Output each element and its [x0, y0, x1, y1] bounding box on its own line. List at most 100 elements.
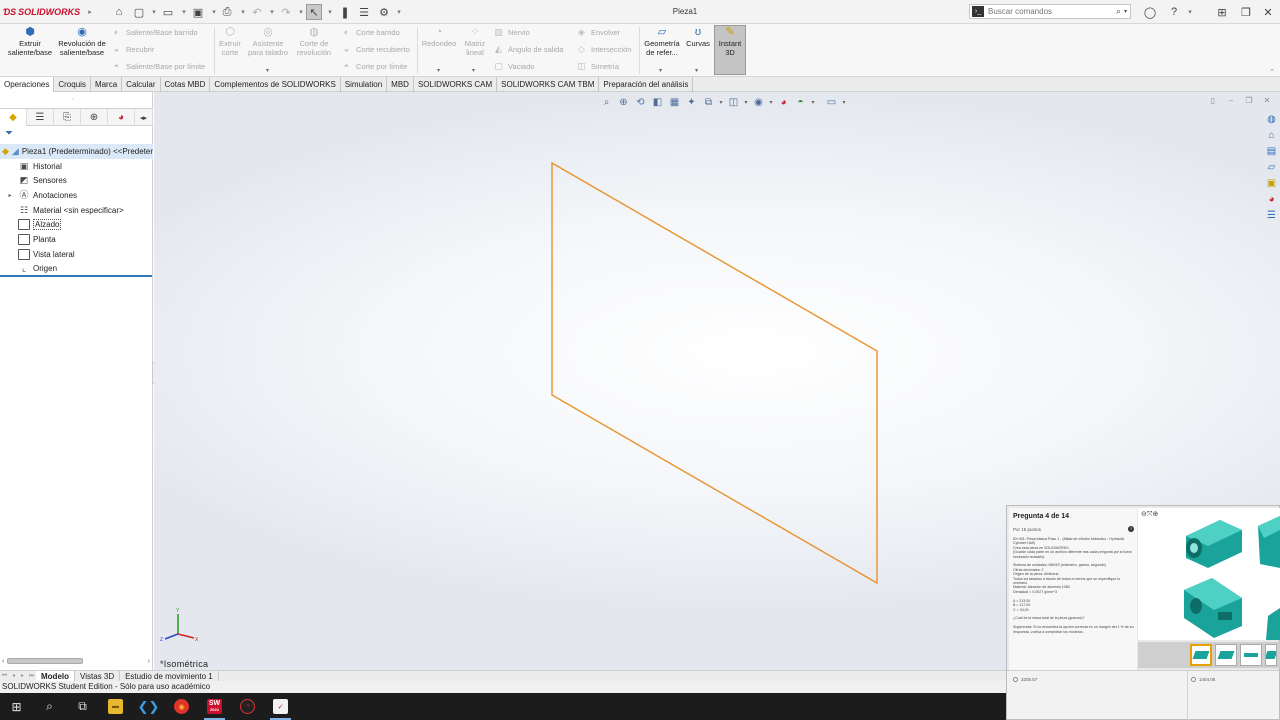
quiz-app-icon[interactable]: ✓ — [264, 693, 297, 720]
search-input[interactable] — [988, 7, 1116, 16]
answer-option-2[interactable]: 1404.05 — [1191, 677, 1215, 682]
rebuild-icon[interactable]: ❚ — [337, 4, 353, 20]
save-icon[interactable]: ▣ — [190, 4, 206, 20]
swept-cut-button[interactable]: ◐ Corte barrido — [341, 26, 400, 39]
loft-button[interactable]: ◒ Recubrir — [111, 43, 155, 56]
zoom-in-icon[interactable]: ⊕ — [1152, 511, 1158, 518]
scrollbar-thumb[interactable] — [7, 658, 84, 664]
tab-simulation[interactable]: Simulation — [341, 77, 388, 92]
tab-vistas-3d[interactable]: Vistas 3D — [75, 670, 121, 682]
dimxpert-tab-icon[interactable]: ⊕ — [81, 109, 108, 126]
chevron-down-icon[interactable]: ▾ — [210, 4, 218, 20]
select-cursor-icon[interactable]: ↖ — [306, 4, 322, 20]
chevron-down-icon[interactable]: ▾ — [659, 67, 662, 74]
panel-drag-handle[interactable]: ◦ — [72, 97, 74, 103]
first-tab-icon[interactable]: ⏮ — [0, 671, 9, 681]
configuration-manager-tab-icon[interactable]: ⎘ — [54, 109, 81, 126]
extrude-boss-button[interactable]: ⬢ Extruir saliente/base — [4, 26, 56, 57]
tab-marca[interactable]: Marca — [91, 77, 123, 92]
swept-boss-button[interactable]: ◐ Saliente/Base barrido — [111, 26, 198, 39]
prev-tab-icon[interactable]: ◂ — [9, 671, 18, 681]
chevron-down-icon[interactable]: ▾ — [239, 4, 247, 20]
rib-button[interactable]: ▥ Nervio — [493, 26, 529, 39]
chevron-down-icon[interactable]: ▾ — [695, 67, 698, 74]
search-icon[interactable]: ⌕ — [1116, 6, 1121, 17]
chevron-down-icon[interactable]: ▾ — [266, 67, 269, 74]
close-icon[interactable]: ✕ — [1260, 4, 1276, 20]
instant3d-button[interactable]: ✎ Instant 3D — [714, 25, 746, 75]
scroll-right-icon[interactable]: › — [148, 658, 150, 665]
chevron-down-icon[interactable]: ▾ — [268, 4, 276, 20]
chevron-down-icon[interactable]: ▾ — [472, 67, 475, 74]
vscode-icon[interactable]: ❮❯ — [132, 693, 165, 720]
tree-item-alzado[interactable]: Alzado — [0, 217, 153, 232]
boundary-boss-button[interactable]: ◓ Saliente/Base por límite — [111, 60, 205, 73]
chevron-down-icon[interactable]: ▾ — [180, 4, 188, 20]
display-manager-tab-icon[interactable]: ◕ — [108, 109, 135, 126]
help-icon[interactable]: ? — [1166, 4, 1182, 20]
chevron-down-icon[interactable]: ▾ — [1124, 8, 1127, 15]
window-tile-icon[interactable]: ⊞ — [1214, 4, 1230, 20]
answer-option-1[interactable]: 3205.57 — [1013, 677, 1037, 682]
scroll-left-icon[interactable]: ‹ — [2, 658, 4, 665]
extrude-cut-button[interactable]: ⬡ Extruir corte — [216, 26, 244, 57]
chevron-down-icon[interactable]: ▾ — [395, 4, 403, 20]
boundary-cut-button[interactable]: ◓ Corte por límite — [341, 60, 408, 73]
user-account-icon[interactable]: ◯ — [1142, 4, 1158, 20]
curves-button[interactable]: ʊ Curvas — [684, 26, 712, 49]
last-tab-icon[interactable]: ⏭ — [27, 671, 36, 681]
undo-icon[interactable]: ↶ — [249, 4, 265, 20]
tab-mbd[interactable]: MBD — [387, 77, 414, 92]
horizontal-scrollbar[interactable]: ‹ › — [2, 656, 150, 666]
panel-tab-scroll-icon[interactable]: ◂▸ — [135, 109, 153, 126]
tab-estudio-movimiento[interactable]: Estudio de movimiento 1 — [120, 670, 219, 682]
radio-button[interactable] — [1191, 677, 1196, 682]
lofted-cut-button[interactable]: ◒ Corte recubierto — [341, 43, 410, 56]
tab-solidworks-cam[interactable]: SOLIDWORKS CAM — [414, 77, 498, 92]
thumbnail-4[interactable] — [1265, 644, 1277, 666]
tab-calcular[interactable]: Calcular — [122, 77, 161, 92]
open-folder-icon[interactable]: ▭ — [160, 4, 176, 20]
new-document-icon[interactable]: ▢ — [131, 4, 147, 20]
tree-item-anotaciones[interactable]: ▸ Ⓐ Anotaciones — [0, 188, 153, 203]
tab-cotas-mbd[interactable]: Cotas MBD — [161, 77, 211, 92]
chevron-down-icon[interactable]: ▾ — [1186, 4, 1194, 20]
reference-geometry-button[interactable]: ▱ Geometría de refer... — [641, 26, 683, 57]
next-tab-icon[interactable]: ▸ — [18, 671, 27, 681]
file-properties-icon[interactable]: ☰ — [356, 4, 372, 20]
tree-item-historial[interactable]: ▣ Historial — [0, 159, 153, 174]
print-icon[interactable]: ⎙ — [219, 4, 235, 20]
chevron-down-icon[interactable]: ▾ — [326, 4, 334, 20]
radio-button[interactable] — [1013, 677, 1018, 682]
tree-item-vista-lateral[interactable]: Vista lateral — [0, 247, 153, 262]
chevron-down-icon[interactable]: ▾ — [437, 67, 440, 74]
home-icon[interactable]: ⌂ — [111, 4, 127, 20]
search-icon[interactable]: ⌕ — [33, 693, 66, 720]
tree-item-material[interactable]: ☷ Material <sin especificar> — [0, 203, 153, 218]
window-restore-icon[interactable]: ❐ — [1238, 4, 1254, 20]
revolve-cut-button[interactable]: ◍ Corte de revolución — [292, 26, 336, 57]
tab-preparacion-analisis[interactable]: Preparación del análisis — [599, 77, 694, 92]
tree-root-part[interactable]: ◆ ◢ Pieza1 (Predeterminado) <<Predetermi… — [0, 144, 153, 159]
solidworks-logo[interactable]: ƊS SOLIDWORKS — [3, 5, 80, 19]
rollback-bar[interactable] — [0, 275, 152, 277]
linear-pattern-button[interactable]: ⁘ Matriz lineal — [461, 26, 489, 57]
draft-button[interactable]: ◭ Ángulo de salida — [493, 43, 563, 56]
fillet-button[interactable]: ◔ Redondeo — [420, 26, 458, 49]
thumbnail-2[interactable] — [1215, 644, 1237, 666]
windows-start-icon[interactable]: ⊞ — [0, 693, 33, 720]
chevron-down-icon[interactable]: ▾ — [297, 4, 305, 20]
intersect-button[interactable]: ◇ Intersección — [576, 43, 631, 56]
chevron-down-icon[interactable]: ▾ — [150, 4, 158, 20]
thumbnail-3[interactable] — [1240, 644, 1262, 666]
wrap-button[interactable]: ◈ Envolver — [576, 26, 620, 39]
tab-solidworks-cam-tbm[interactable]: SOLIDWORKS CAM TBM — [497, 77, 600, 92]
task-view-icon[interactable]: ⧉ — [66, 693, 99, 720]
tab-croquis[interactable]: Croquis — [54, 77, 91, 92]
tab-complementos[interactable]: Complementos de SOLIDWORKS — [210, 77, 341, 92]
gear-icon[interactable]: ⚙ — [376, 4, 392, 20]
sketch-outline[interactable] — [551, 161, 878, 585]
tree-item-sensores[interactable]: ◩ Sensores — [0, 173, 153, 188]
tree-item-planta[interactable]: Planta — [0, 232, 153, 247]
command-search[interactable]: ›_ ⌕ ▾ — [969, 4, 1131, 19]
